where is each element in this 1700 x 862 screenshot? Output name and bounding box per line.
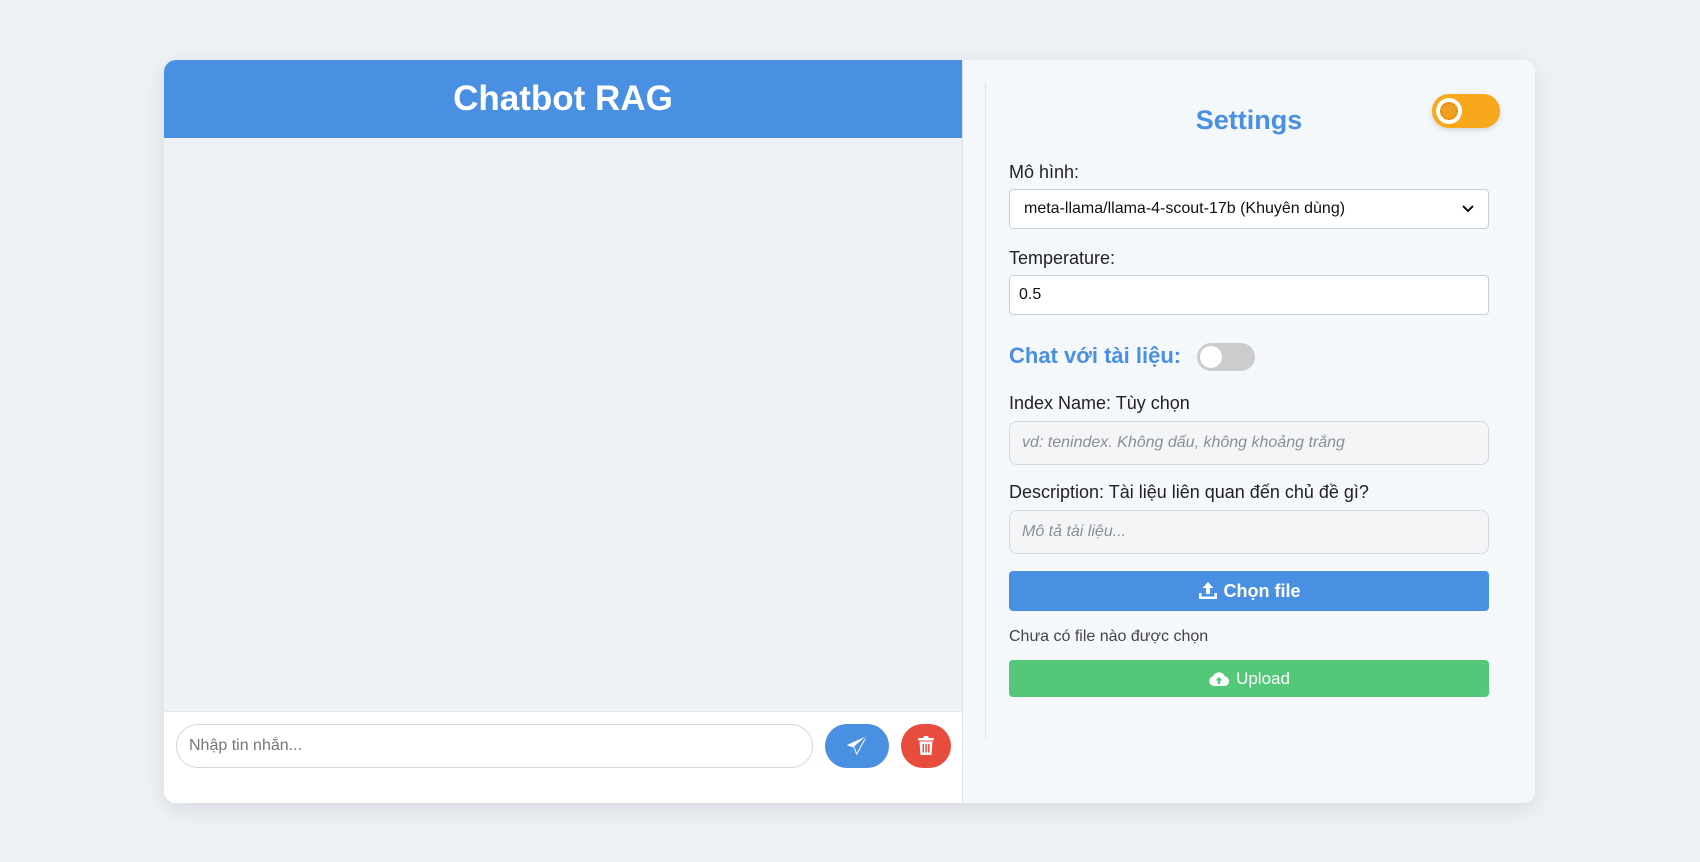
upload-label: Upload: [1236, 668, 1290, 688]
model-selected-value: meta-llama/llama-4-scout-17b (Khuyên dùn…: [1024, 200, 1346, 217]
paper-plane-icon: [847, 736, 867, 755]
chat-panel: Chatbot RAG: [164, 60, 963, 803]
index-name-label: Index Name: Tùy chọn: [1009, 393, 1190, 413]
settings-panel: Settings Mô hình: meta-llama/llama-4-sco…: [963, 60, 1535, 803]
chat-with-docs-toggle[interactable]: [1197, 343, 1255, 371]
model-select[interactable]: meta-llama/llama-4-scout-17b (Khuyên dùn…: [1009, 189, 1489, 229]
chat-messages-area: [164, 138, 962, 711]
theme-toggle[interactable]: [1432, 94, 1500, 128]
toggle-knob: [1200, 346, 1222, 368]
chevron-down-icon: [1462, 205, 1474, 213]
no-file-text: Chưa có file nào được chọn: [1009, 628, 1209, 645]
message-input[interactable]: [176, 724, 814, 768]
theme-toggle-knob: [1436, 98, 1462, 124]
choose-file-button[interactable]: Chọn file: [1009, 571, 1489, 611]
sun-icon: [1440, 102, 1458, 120]
description-label: Description: Tài liệu liên quan đến chủ …: [1009, 482, 1369, 502]
temperature-label: Temperature:: [1009, 248, 1116, 268]
send-button[interactable]: [825, 724, 890, 768]
app-container: Chatbot RAG Nhập tin nhắn... Settings Mô…: [164, 60, 1535, 803]
temperature-input[interactable]: [1009, 275, 1489, 315]
chat-input-bar: [164, 711, 962, 803]
index-name-input[interactable]: [1009, 421, 1489, 465]
choose-file-label: Chọn file: [1223, 580, 1301, 601]
cloud-upload-icon: [1209, 671, 1230, 686]
upload-button[interactable]: Upload: [1009, 660, 1489, 697]
model-label: Mô hình:: [1009, 162, 1080, 182]
chat-with-docs-label: Chat với tài liệu:: [1009, 343, 1182, 368]
upload-icon: [1198, 582, 1217, 599]
chat-title: Chatbot RAG: [164, 60, 962, 138]
trash-icon: [918, 736, 935, 755]
clear-chat-button[interactable]: [901, 724, 952, 768]
description-input[interactable]: [1009, 510, 1489, 554]
